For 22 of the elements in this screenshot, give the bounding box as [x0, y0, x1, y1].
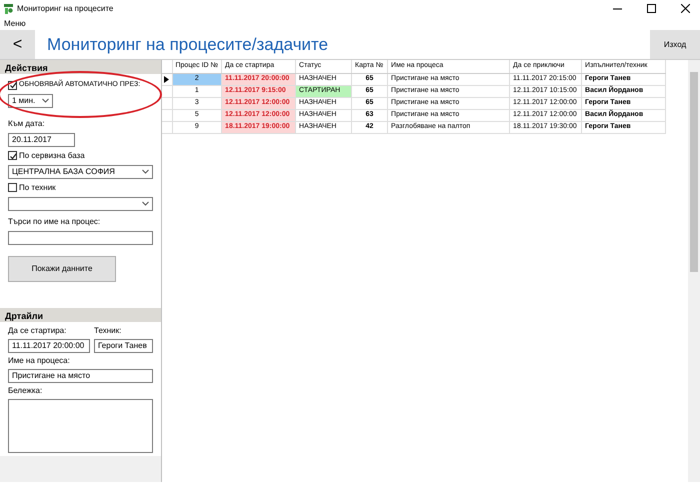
section-header: Действия [0, 60, 161, 74]
page-title: Мониторинг на процесите/задачите [46, 34, 330, 56]
window-title: Мониторинг на процесите [17, 2, 114, 14]
exit-button[interactable]: Изход [650, 30, 700, 59]
back-button[interactable]: < [0, 30, 35, 59]
field-label: Име на процеса: [8, 355, 71, 368]
base-dropdown[interactable]: ЦЕНТРАЛНА БАЗА СОФИЯ [8, 164, 153, 178]
start-field[interactable]: 11.11.2017 20:00:00 [8, 339, 90, 354]
field-label: Техник: [94, 325, 122, 338]
field-label: Към дата: [8, 118, 46, 130]
show-data-button[interactable]: Покажи данните [8, 256, 116, 282]
field-label: Бележка: [8, 385, 44, 398]
interval-dropdown[interactable]: 1 мин. [8, 94, 53, 108]
field-label: Да се стартира: [8, 325, 68, 338]
menu-item[interactable]: Меню [4, 18, 26, 30]
checkbox-label: По техник [19, 182, 56, 194]
checkbox-label: По сервизна база [19, 150, 85, 162]
date-field[interactable]: 20.11.2017 [8, 132, 75, 146]
field-label: Търси по име на процес: [8, 216, 102, 228]
section-header: Дртайли [0, 308, 161, 322]
technician-field[interactable]: Героги Танев [94, 339, 153, 354]
process-name-field[interactable]: Пристигане на място [8, 369, 153, 384]
